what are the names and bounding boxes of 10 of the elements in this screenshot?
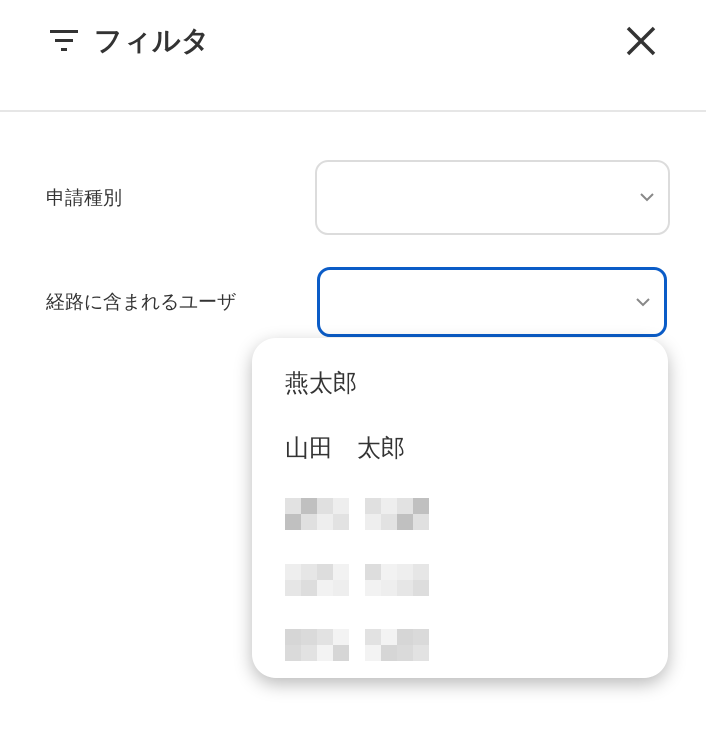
field-label: 申請種別 xyxy=(46,186,122,210)
select-field[interactable] xyxy=(317,267,667,337)
field-label: 経路に含まれるユーザ xyxy=(46,290,236,315)
menu-option[interactable]: 燕太郎 xyxy=(285,366,357,399)
panel-title: フィルタ xyxy=(94,23,211,59)
close-button[interactable] xyxy=(624,24,658,58)
chevron-down-icon xyxy=(640,193,654,202)
filter-icon xyxy=(50,30,78,52)
menu-option[interactable]: 山田 太郎 xyxy=(285,432,405,464)
chevron-down-icon xyxy=(636,298,650,306)
